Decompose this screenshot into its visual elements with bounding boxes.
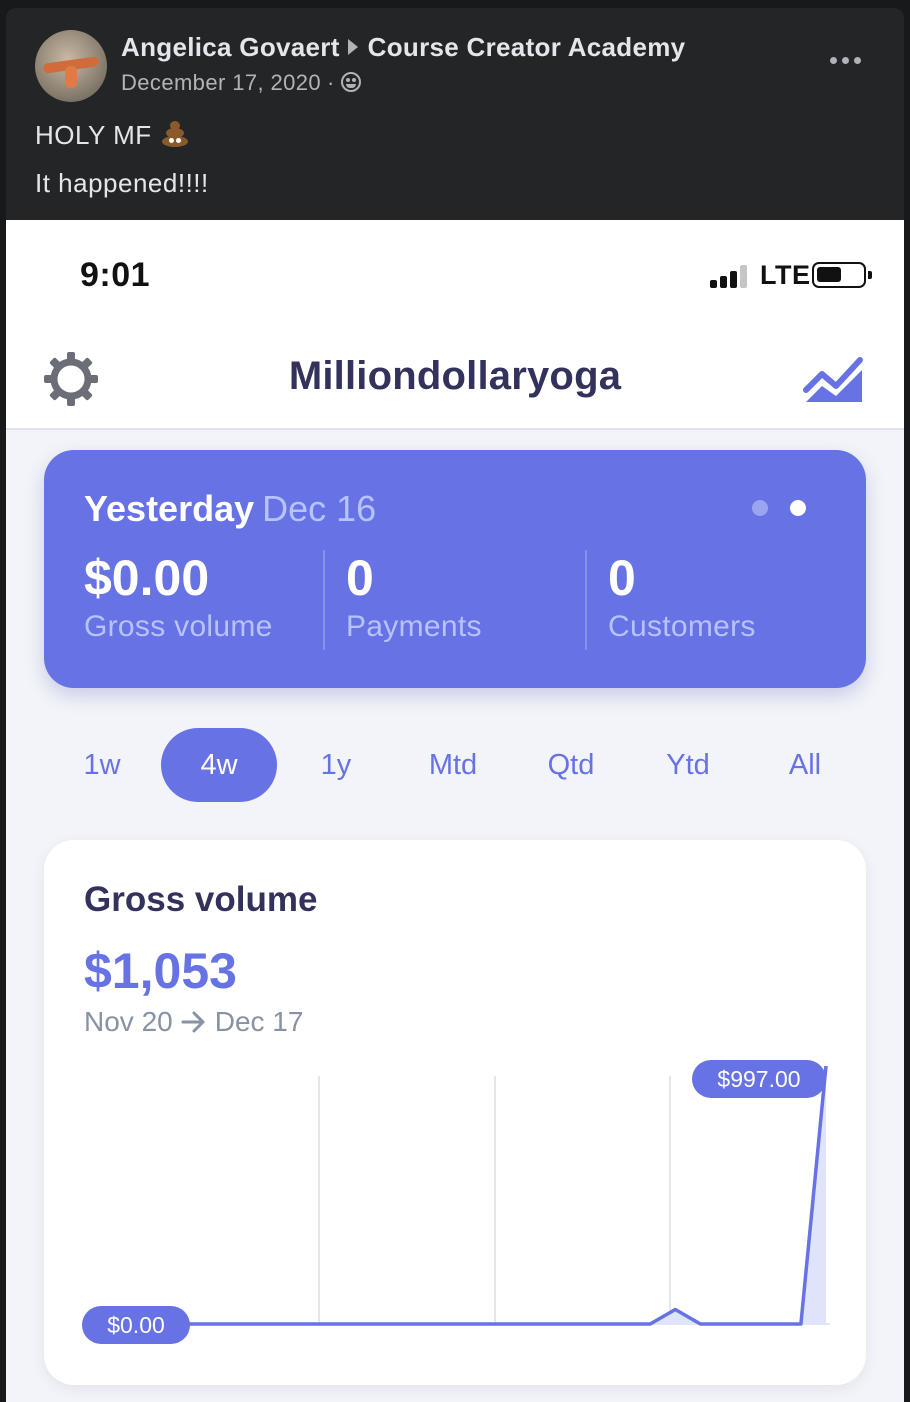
range-all[interactable]: All — [747, 728, 863, 802]
page-dot-inactive[interactable] — [752, 500, 768, 516]
poop-emoji-icon — [160, 120, 190, 148]
customers-value: 0 — [608, 550, 636, 606]
range-mtd[interactable]: Mtd — [395, 728, 511, 802]
avatar-figure-body — [65, 66, 77, 88]
author-name[interactable]: Angelica Govaert — [121, 32, 340, 62]
post-text-1: HOLY MF — [35, 120, 152, 150]
range-4w[interactable]: 4w — [161, 728, 277, 802]
gross-volume-metric: $0.00 Gross volume — [84, 550, 273, 644]
range-1w[interactable]: 1w — [44, 728, 160, 802]
signal-strength-icon — [710, 264, 750, 288]
yesterday-summary-card[interactable]: Yesterday Dec 16 $0.00 Gross volume 0 Pay… — [44, 450, 866, 688]
app-title: Milliondollaryoga — [288, 354, 622, 398]
summary-date: Dec 16 — [262, 488, 377, 529]
range-ytd[interactable]: Ytd — [630, 728, 746, 802]
chart-start-label: $0.00 — [107, 1312, 165, 1338]
gross-volume-chart-card[interactable]: Gross volume $1,053 Nov 20 Dec 17 $0.00 $9… — [44, 840, 866, 1385]
dot-icon — [854, 56, 861, 64]
customers-metric: 0 Customers — [608, 550, 756, 644]
meta-separator: · — [327, 70, 335, 95]
summary-label: Yesterday — [84, 488, 255, 529]
group-audience-icon — [340, 72, 361, 93]
status-time: 9:01 — [80, 256, 151, 294]
chart-series-line — [148, 1065, 828, 1326]
payments-value: 0 — [346, 550, 374, 606]
status-bar: 9:01 LTE — [6, 220, 904, 330]
time-range-selector: 1w 4w 1y Mtd Qtd Ytd All — [44, 728, 866, 804]
payments-metric: 0 Payments — [346, 550, 482, 644]
metric-divider — [323, 550, 325, 650]
gross-volume-label: Gross volume — [84, 610, 273, 643]
phone-screenshot: 9:01 LTE Milliondollaryoga Yesterday Dec… — [6, 220, 904, 1402]
more-options-button[interactable] — [830, 52, 866, 68]
post-text-line-1: HOLY MF — [35, 120, 190, 151]
app-bar: Milliondollaryoga — [6, 330, 904, 430]
gross-volume-value: $0.00 — [84, 550, 210, 606]
payments-label: Payments — [346, 610, 482, 643]
page-indicator[interactable] — [752, 500, 806, 516]
post-meta: December 17, 2020 · — [121, 70, 361, 96]
post-date[interactable]: December 17, 2020 — [121, 70, 321, 95]
summary-heading: Yesterday Dec 16 — [84, 488, 376, 530]
dot-icon — [842, 56, 849, 64]
range-qtd[interactable]: Qtd — [513, 728, 629, 802]
arrow-right-icon — [347, 39, 358, 56]
network-type: LTE — [760, 260, 811, 290]
dot-icon — [830, 56, 837, 64]
gross-volume-chart: $0.00 $997.00 — [82, 1060, 830, 1344]
metric-divider — [585, 550, 587, 650]
chart-end-label: $997.00 — [717, 1066, 800, 1092]
chart-area — [148, 1066, 826, 1324]
customers-label: Customers — [608, 610, 756, 643]
author-avatar[interactable] — [35, 30, 107, 102]
page-dot-active[interactable] — [790, 500, 806, 516]
trend-chart-icon[interactable] — [802, 350, 866, 406]
post-text-line-2: It happened!!!! — [35, 168, 209, 198]
group-name[interactable]: Course Creator Academy — [368, 32, 686, 62]
range-1y[interactable]: 1y — [278, 728, 394, 802]
battery-icon — [812, 262, 872, 288]
facebook-post-header: Angelica Govaert Course Creator Academy D… — [6, 8, 904, 220]
post-author-line: Angelica Govaert Course Creator Academy — [121, 32, 685, 63]
